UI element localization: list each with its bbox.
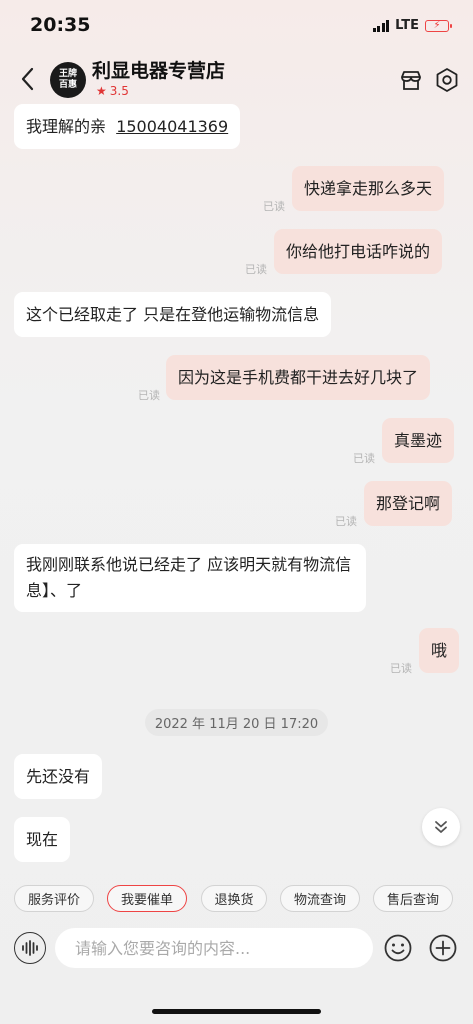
chip-service-review[interactable]: 服务评价 — [14, 885, 94, 912]
message-received[interactable]: 现在 — [14, 817, 71, 862]
message-sent[interactable]: 哦 — [419, 628, 460, 673]
emoji-icon[interactable] — [383, 933, 413, 963]
back-button[interactable] — [14, 64, 40, 94]
timestamp-divider: 2022 年 11月 20 日 17:20 — [145, 709, 328, 736]
read-receipt: 已读 — [335, 515, 357, 528]
read-receipt: 已读 — [263, 200, 285, 213]
chip-logistics-query[interactable]: 物流查询 — [280, 885, 360, 912]
message-input[interactable] — [55, 928, 373, 968]
chevron-double-down-icon — [435, 821, 447, 833]
message-received[interactable]: 先还没有 — [14, 754, 103, 799]
store-icon[interactable] — [398, 68, 424, 94]
scroll-to-bottom-button[interactable] — [422, 808, 460, 846]
home-indicator — [152, 1009, 321, 1014]
rating-value: 3.5 — [109, 84, 129, 98]
network-label: LTE — [395, 18, 419, 33]
signal-icon — [372, 19, 390, 32]
chip-return-exchange[interactable]: 退换货 — [201, 885, 267, 912]
message-text: 我理解的亲 — [26, 117, 107, 136]
voice-icon — [22, 940, 38, 956]
read-receipt: 已读 — [390, 662, 412, 675]
status-indicators: LTE ⚡ — [372, 18, 452, 33]
avatar-text-line1: 王牌 — [58, 69, 77, 79]
voice-button[interactable] — [14, 932, 46, 964]
status-time: 20:35 — [30, 14, 91, 36]
chip-urge-order[interactable]: 我要催单 — [107, 885, 187, 912]
read-receipt: 已读 — [245, 263, 267, 276]
plus-icon[interactable] — [428, 933, 458, 963]
shop-rating: ★ 3.5 — [96, 84, 129, 98]
read-receipt: 已读 — [353, 452, 375, 465]
message-received[interactable]: 我理解的亲 15004041369 — [14, 104, 241, 149]
shop-avatar[interactable]: 王牌 百惠 — [50, 62, 86, 98]
shop-name[interactable]: 利显电器专营店 — [92, 56, 225, 83]
battery-charging-icon: ⚡ — [425, 19, 452, 32]
message-sent[interactable]: 快递拿走那么多天 — [292, 166, 445, 211]
read-receipt: 已读 — [138, 389, 160, 402]
message-sent[interactable]: 你给他打电话咋说的 — [274, 229, 443, 274]
message-sent[interactable]: 那登记啊 — [364, 481, 453, 526]
settings-hexagon-icon[interactable] — [434, 67, 460, 93]
message-sent[interactable]: 因为这是手机费都干进去好几块了 — [166, 355, 431, 400]
back-arrow-icon — [21, 67, 34, 91]
avatar-text-line2: 百惠 — [58, 80, 77, 90]
message-sent[interactable]: 真墨迹 — [382, 418, 455, 463]
message-received[interactable]: 这个已经取走了 只是在登他运输物流信息 — [14, 292, 332, 337]
message-received[interactable]: 我刚刚联系他说已经走了 应该明天就有物流信息】、了 — [14, 544, 366, 612]
chip-aftersale-query[interactable]: 售后查询 — [373, 885, 453, 912]
phone-link[interactable]: 15004041369 — [116, 117, 228, 136]
star-icon: ★ — [96, 84, 107, 98]
